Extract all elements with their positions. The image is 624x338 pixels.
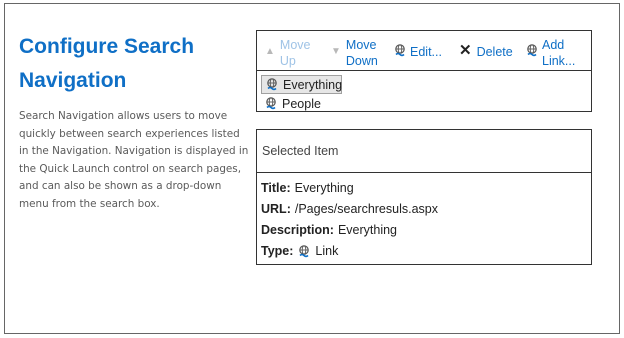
link-icon [265, 77, 279, 92]
page-frame: Configure Search Navigation Search Navig… [4, 3, 620, 334]
page-title-line-1: Configure Search [19, 35, 195, 58]
detail-description-label: Description: [261, 223, 334, 237]
detail-url-label: URL: [261, 202, 291, 216]
delete-label: Delete [476, 45, 513, 59]
selected-item-panel: Selected Item Title: Everything URL: /Pa… [256, 129, 592, 265]
detail-description-row: Description: Everything [261, 220, 591, 241]
move-up-button[interactable]: ▲ Move Up [265, 37, 310, 69]
page-title: Configure Search Navigation [19, 30, 249, 98]
edit-label: Edit... [410, 45, 442, 59]
detail-url-value: /Pages/searchresuls.aspx [294, 202, 438, 216]
arrow-up-icon: ▲ [265, 46, 275, 57]
link-icon [264, 96, 278, 111]
detail-type-label: Type: [261, 244, 294, 258]
edit-link-icon [393, 44, 407, 58]
detail-title-value: Everything [294, 181, 354, 195]
detail-title-row: Title: Everything [261, 178, 591, 199]
list-item-label: People [282, 96, 321, 111]
edit-button[interactable]: Edit... [393, 44, 442, 60]
detail-title-label: Title: [261, 181, 291, 195]
list-item-everything[interactable]: Everything [261, 75, 342, 94]
delete-x-icon: ✕ [459, 42, 472, 59]
left-panel: Configure Search Navigation Search Navig… [19, 30, 249, 213]
delete-button[interactable]: ✕ Delete [459, 42, 513, 60]
detail-url-row: URL: /Pages/searchresuls.aspx [261, 199, 591, 220]
move-up-label: Move Up [279, 38, 311, 68]
navigation-editor: ▲ Move Up ▼ Move Down Edit... ✕ Delete A… [256, 30, 592, 112]
toolbar: ▲ Move Up ▼ Move Down Edit... ✕ Delete A… [257, 31, 591, 71]
arrow-down-icon: ▼ [331, 46, 341, 57]
page-title-line-2: Navigation [19, 69, 127, 92]
navigation-list: Everything People [257, 71, 591, 113]
list-item-label: Everything [283, 77, 343, 92]
add-link-icon [525, 44, 539, 58]
add-link-button[interactable]: Add Link... [525, 37, 575, 69]
detail-type-value: Link [315, 244, 339, 258]
selected-item-details: Title: Everything URL: /Pages/searchresu… [257, 173, 591, 262]
selected-item-header: Selected Item [257, 130, 591, 173]
move-down-label: Move Down [345, 38, 378, 68]
move-down-button[interactable]: ▼ Move Down [331, 37, 378, 69]
list-item-people[interactable]: People [261, 94, 591, 113]
add-link-label: Add Link... [542, 38, 576, 68]
detail-description-value: Everything [337, 223, 397, 237]
detail-type-row: Type: Link [261, 241, 591, 262]
link-icon [297, 244, 311, 259]
page-description: Search Navigation allows users to move q… [19, 110, 249, 210]
